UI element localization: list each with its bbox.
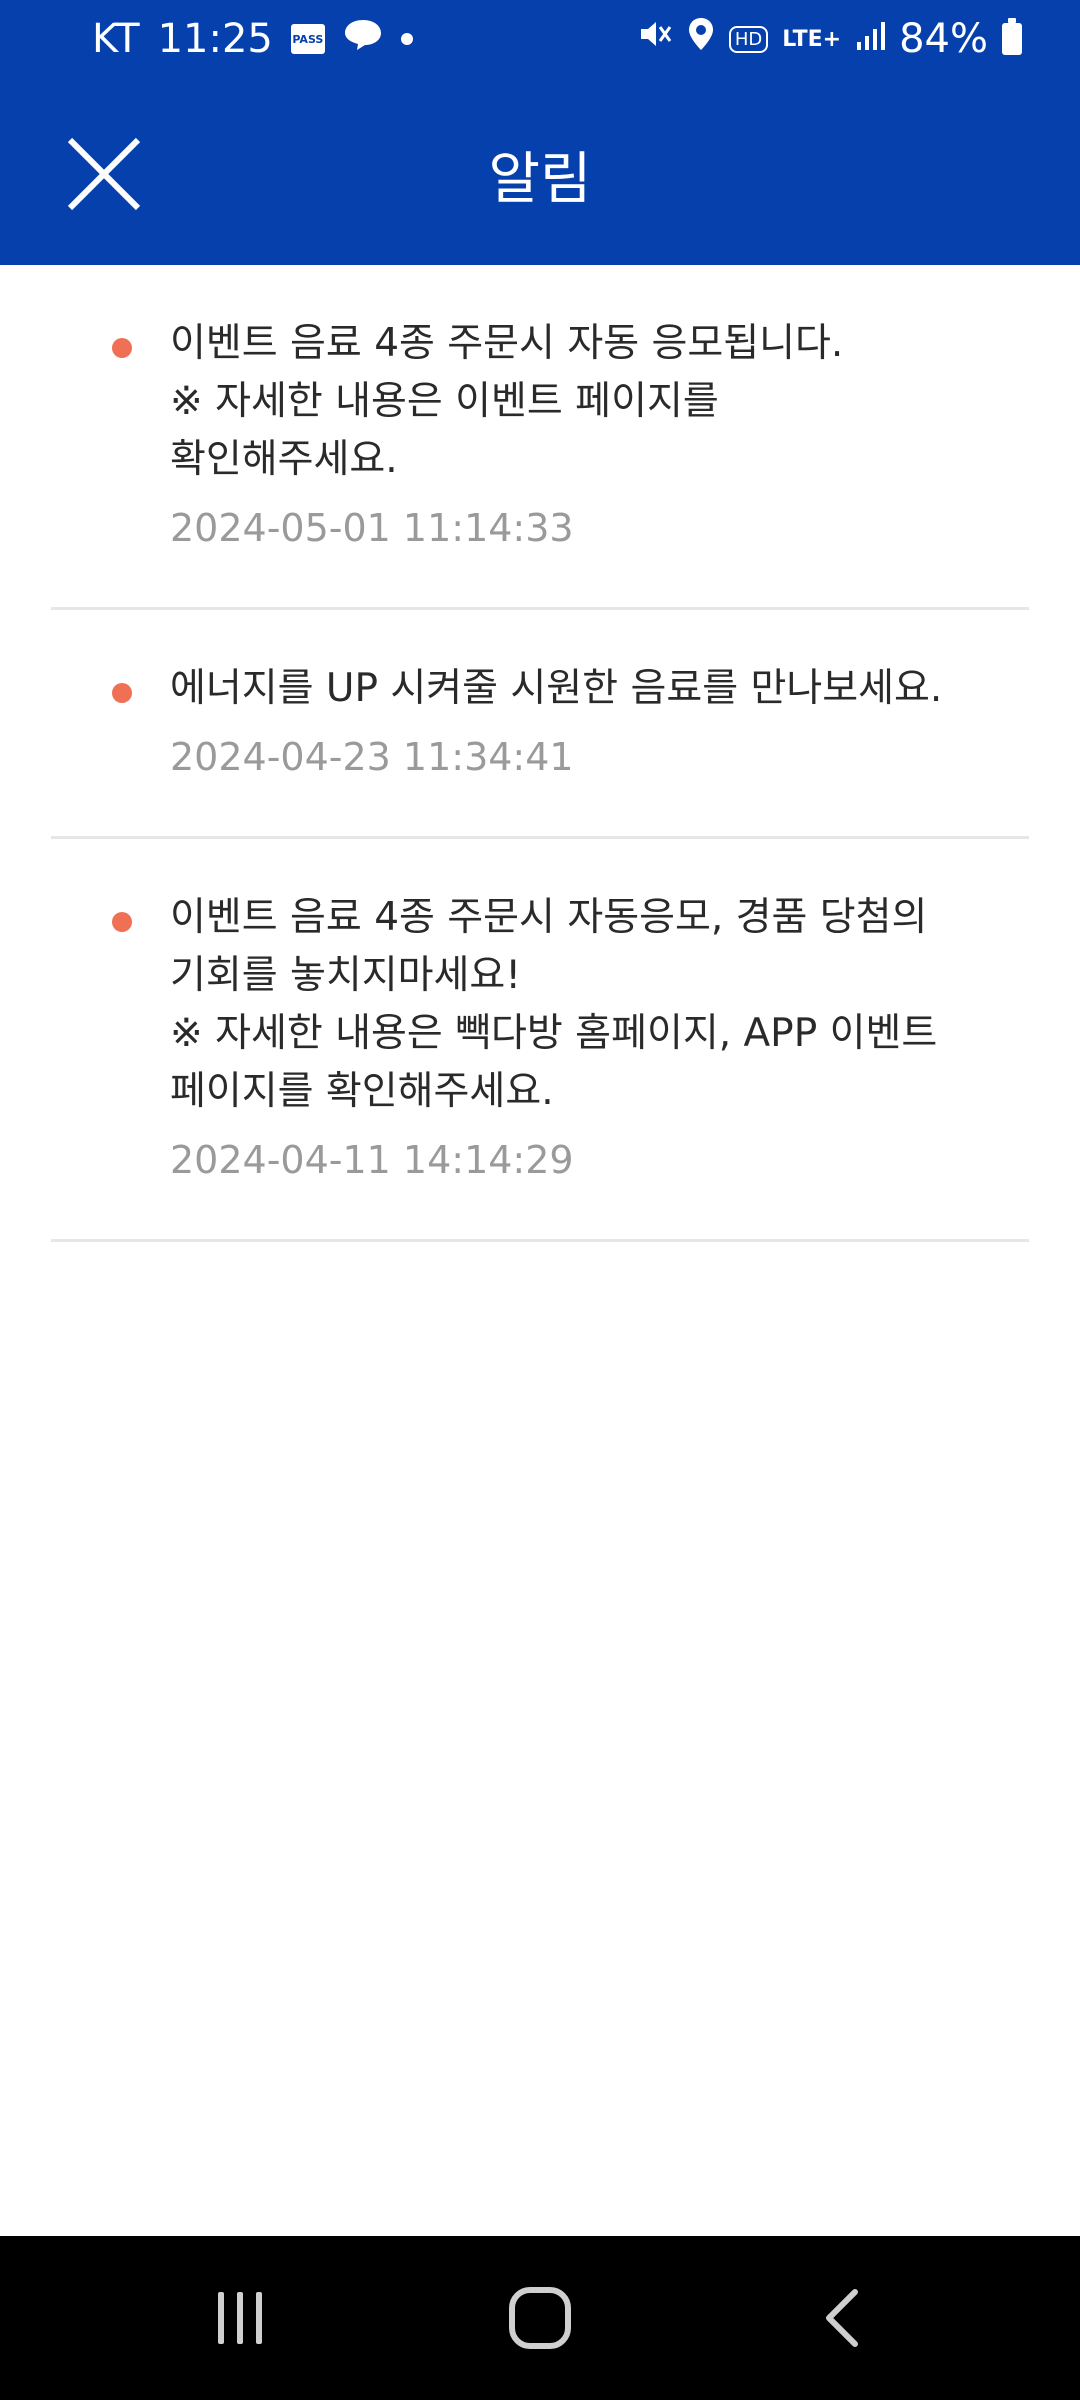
back-button[interactable] (795, 2268, 895, 2368)
notification-item[interactable]: 이벤트 음료 4종 주문시 자동 응모됩니다. ※ 자세한 내용은 이벤트 페이… (51, 265, 1029, 610)
carrier-label: KT (92, 16, 140, 62)
signal-icon (855, 16, 886, 62)
location-icon (687, 16, 715, 62)
home-icon (509, 2287, 571, 2349)
chat-bubble-icon (343, 16, 383, 62)
notification-message: 이벤트 음료 4종 주문시 자동응모, 경품 당첨의 기회를 놓치지마세요! ※… (170, 895, 938, 1114)
pass-app-icon: PASS (290, 24, 325, 54)
back-icon (826, 2289, 858, 2347)
status-bar-right: HD LTE+ 84% (637, 12, 1022, 66)
recent-apps-icon (218, 2292, 262, 2344)
notification-date: 2024-05-01 11:14:33 (170, 506, 574, 550)
notification-message: 이벤트 음료 4종 주문시 자동 응모됩니다. ※ 자세한 내용은 이벤트 페이… (170, 321, 844, 482)
notification-date: 2024-04-23 11:34:41 (170, 735, 574, 779)
battery-percent: 84% (899, 16, 988, 62)
app-header: 알림 (0, 78, 1080, 265)
unread-dot-icon (112, 912, 132, 932)
unread-dot-icon (112, 338, 132, 358)
page-title: 알림 (488, 147, 592, 212)
top-bar: KT 11:25 PASS HD LTE+ 84% 알림 (0, 0, 1080, 265)
network-type-label: LTE+ (782, 26, 842, 52)
recent-apps-button[interactable] (190, 2268, 290, 2368)
notification-item[interactable]: 에너지를 UP 시켜줄 시원한 음료를 만나보세요. 2024-04-23 11… (51, 610, 1029, 839)
battery-icon (1002, 18, 1022, 55)
notification-item[interactable]: 이벤트 음료 4종 주문시 자동응모, 경품 당첨의 기회를 놓치지마세요! ※… (51, 839, 1029, 1242)
hd-voice-icon: HD (728, 25, 769, 53)
notification-message: 에너지를 UP 시켜줄 시원한 음료를 만나보세요. (170, 666, 943, 711)
system-navigation-bar (0, 2236, 1080, 2400)
clock: 11:25 (157, 16, 273, 62)
status-bar-left: KT 11:25 PASS (92, 12, 413, 66)
unread-dot-icon (112, 683, 132, 703)
notification-dot-icon (400, 33, 413, 45)
notification-list: 이벤트 음료 4종 주문시 자동 응모됩니다. ※ 자세한 내용은 이벤트 페이… (0, 265, 1080, 1242)
notification-date: 2024-04-11 14:14:29 (170, 1138, 574, 1182)
mute-icon (637, 16, 673, 62)
home-button[interactable] (490, 2268, 590, 2368)
status-bar: KT 11:25 PASS HD LTE+ 84% (0, 0, 1080, 78)
